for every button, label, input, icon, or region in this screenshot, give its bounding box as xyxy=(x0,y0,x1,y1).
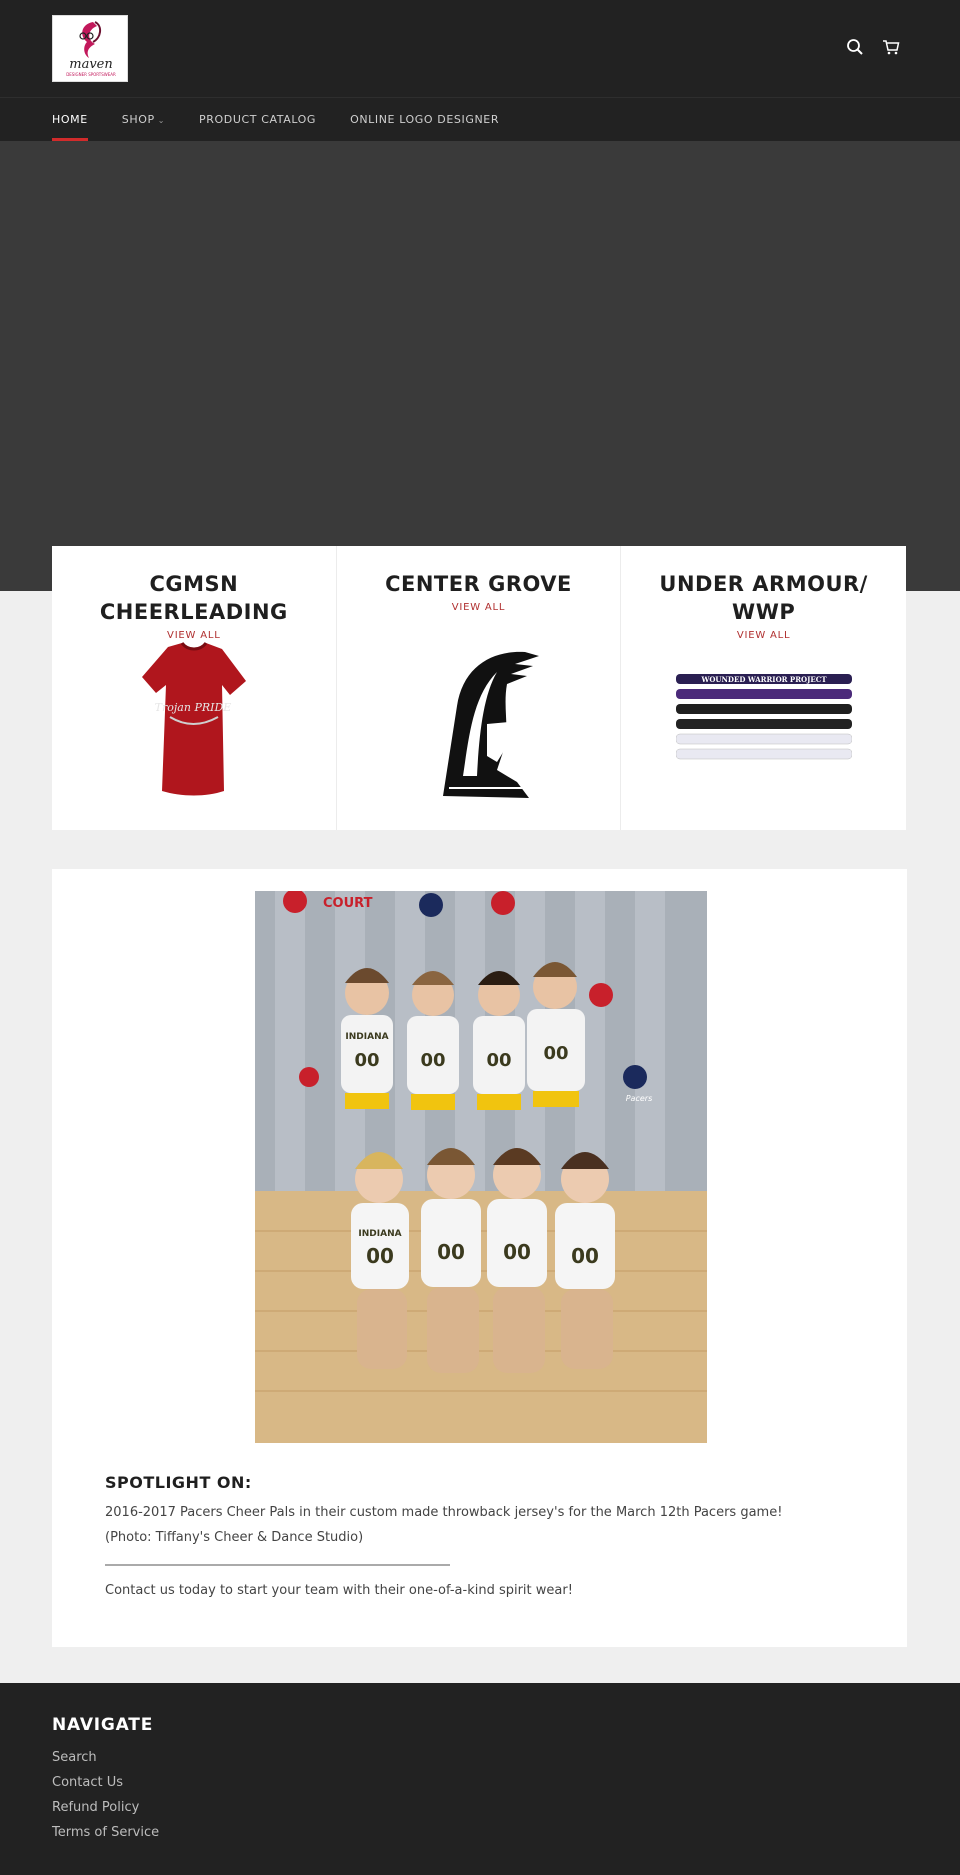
photo-credit: (Photo: Tiffany's Cheer & Dance Studio) xyxy=(105,1530,364,1545)
jersey-number: 00 xyxy=(437,1240,465,1264)
nav-item-online-logo-designer-label: ONLINE LOGO DESIGNER xyxy=(350,113,500,126)
footer-link-terms-of-service[interactable]: Terms of Service xyxy=(52,1820,159,1845)
collection-title: UNDER ARMOUR/ WWP xyxy=(659,572,868,624)
view-all-link[interactable]: VIEW ALL xyxy=(621,630,906,641)
jersey-number: 00 xyxy=(571,1244,599,1268)
hero-banner xyxy=(0,141,960,591)
logo-subtext: DESIGNER SPORTSWEAR xyxy=(66,72,116,77)
nav-item-shop-label: SHOP xyxy=(121,113,155,126)
jersey-number: 00 xyxy=(486,1050,511,1071)
nav-item-product-catalog[interactable]: PRODUCT CATALOG xyxy=(199,98,316,141)
logo-text: maven xyxy=(69,57,113,72)
site-header: maven DESIGNER SPORTSWEAR xyxy=(0,0,960,98)
collection-title: CGMSN CHEERLEADING xyxy=(99,572,288,624)
logo[interactable]: maven DESIGNER SPORTSWEAR xyxy=(52,15,128,82)
nav-item-online-logo-designer[interactable]: ONLINE LOGO DESIGNER xyxy=(350,98,499,141)
cart-icon[interactable] xyxy=(882,38,900,56)
red-tshirt-image: Trojan PRIDE xyxy=(141,641,246,796)
spotlight-section: COURT INDIANA 00 00 00 00 INDIANA 00 00 … xyxy=(52,869,907,1647)
collection-center-grove[interactable]: CENTER GROVE VIEW ALL xyxy=(337,546,622,830)
main-nav: HOME SHOP ⌄ PRODUCT CATALOG ONLINE LOGO D… xyxy=(0,98,960,141)
shirt-graphic-text: Trojan PRIDE xyxy=(155,701,232,714)
jersey-text: INDIANA xyxy=(345,1032,388,1042)
footer-link-search[interactable]: Search xyxy=(52,1745,159,1770)
chevron-down-icon: ⌄ xyxy=(157,116,166,125)
site-footer: NAVIGATE Search Contact Us Refund Policy… xyxy=(0,1683,960,1875)
jersey-number: 00 xyxy=(503,1240,531,1264)
collection-cgmsn-cheerleading[interactable]: CGMSN CHEERLEADING VIEW ALL Trojan PRIDE xyxy=(52,546,337,830)
footer-links: Search Contact Us Refund Policy Terms of… xyxy=(52,1745,159,1845)
divider xyxy=(105,1564,450,1566)
search-icon[interactable] xyxy=(846,38,864,56)
jersey-number: 00 xyxy=(354,1050,379,1071)
nav-item-shop[interactable]: SHOP ⌄ xyxy=(122,98,165,141)
view-all-link[interactable]: VIEW ALL xyxy=(337,602,621,613)
collection-under-armour-wwp[interactable]: UNDER ARMOUR/ WWP VIEW ALL WOUNDED WARRI… xyxy=(621,546,906,830)
spotlight-description: 2016-2017 Pacers Cheer Pals in their cus… xyxy=(105,1505,783,1520)
banner-text: COURT xyxy=(323,896,373,911)
contact-cta: Contact us today to start your team with… xyxy=(105,1583,573,1598)
collection-title: CENTER GROVE xyxy=(385,572,572,596)
jersey-number: 00 xyxy=(543,1043,568,1064)
wristbands-image: WOUNDED WARRIOR PROJECT xyxy=(675,674,852,760)
footer-link-refund-policy[interactable]: Refund Policy xyxy=(52,1795,159,1820)
view-all-link[interactable]: VIEW ALL xyxy=(52,630,336,641)
nav-item-product-catalog-label: PRODUCT CATALOG xyxy=(199,113,317,126)
footer-link-contact-us[interactable]: Contact Us xyxy=(52,1770,159,1795)
jersey-number: 00 xyxy=(366,1244,394,1268)
nav-item-home[interactable]: HOME xyxy=(52,98,88,141)
pacers-logo-text: Pacers xyxy=(626,1094,653,1103)
nav-item-home-label: HOME xyxy=(52,113,88,126)
band-text: WOUNDED WARRIOR PROJECT xyxy=(700,675,827,684)
jersey-text: INDIANA xyxy=(358,1229,401,1239)
team-photo: COURT INDIANA 00 00 00 00 INDIANA 00 00 … xyxy=(255,891,707,1443)
footer-title: NAVIGATE xyxy=(52,1715,154,1735)
jersey-number: 00 xyxy=(420,1050,445,1071)
spotlight-text: SPOTLIGHT ON: 2016-2017 Pacers Cheer Pal… xyxy=(105,1473,865,1603)
header-icons xyxy=(846,38,900,56)
featured-collections: CGMSN CHEERLEADING VIEW ALL Trojan PRIDE… xyxy=(52,546,906,830)
spotlight-title: SPOTLIGHT ON: xyxy=(105,1473,252,1492)
trojan-helmet-logo xyxy=(443,651,540,798)
